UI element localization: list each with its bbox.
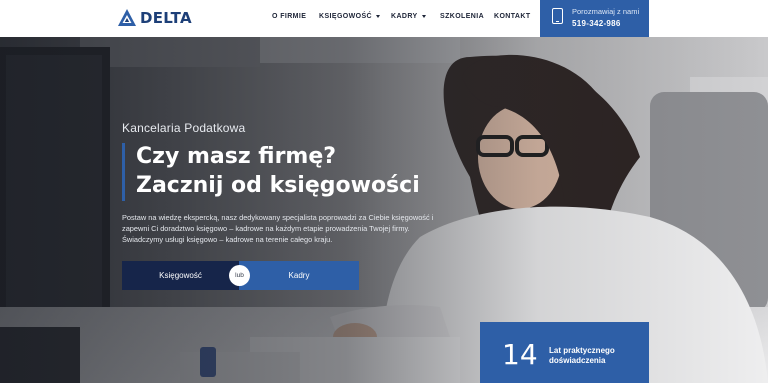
experience-stats-box: 14 Lat praktycznego doświadczenia (480, 322, 649, 383)
nav-item-kadry[interactable]: KADRY (391, 13, 426, 20)
kadry-button[interactable]: Kadry (239, 261, 359, 290)
contact-phone-number[interactable]: 519-342-986 (572, 19, 621, 28)
nav-item-szkolenia[interactable]: SZKOLENIA (440, 13, 484, 20)
hero-description: Postaw na wiedzę ekspercką, nasz dedykow… (122, 213, 434, 244)
nav-item-label: SZKOLENIA (440, 13, 485, 20)
hero-title-line-1: Czy masz firmę? (136, 144, 337, 169)
ksiegowosc-button[interactable]: Księgowość (122, 261, 239, 290)
experience-label: Lat praktycznego doświadczenia (549, 346, 615, 365)
experience-years-number: 14 (502, 338, 538, 371)
nav-item-label: KADRY (391, 13, 418, 20)
contact-phone-box[interactable]: Porozmawiaj z nami 519-342-986 (540, 0, 649, 37)
nav-item-kontakt[interactable]: KONTAKT (494, 13, 531, 20)
or-divider-badge: lub (229, 265, 250, 286)
hero-kicker: Kancelaria Podatkowa (122, 121, 246, 135)
nav-item-label: KSIĘGOWOŚĆ (319, 13, 373, 20)
phone-icon (552, 8, 563, 24)
brand-name: DELTA (140, 9, 192, 27)
top-navigation-bar: DELTA O FIRMIE KSIĘGOWOŚĆ KADRY SZKOLENI… (0, 0, 768, 37)
nav-item-label: KONTAKT (494, 13, 531, 20)
nav-item-ksiegowosc[interactable]: KSIĘGOWOŚĆ (319, 13, 381, 20)
nav-item-o-firmie[interactable]: O FIRMIE (272, 13, 306, 20)
hero-title: Czy masz firmę? Zacznij od księgowości (136, 142, 420, 200)
delta-logo-icon (118, 9, 136, 26)
chevron-down-icon (421, 15, 426, 18)
hero-dark-overlay (0, 37, 768, 383)
nav-item-label: O FIRMIE (272, 13, 307, 20)
title-accent-bar (122, 143, 125, 201)
chevron-down-icon (376, 15, 381, 18)
hero-title-line-2: Zacznij od księgowości (136, 173, 420, 198)
brand-logo[interactable]: DELTA (117, 7, 192, 29)
contact-label: Porozmawiaj z nami (572, 7, 640, 16)
hero-section: Kancelaria Podatkowa Czy masz firmę? Zac… (0, 37, 768, 383)
